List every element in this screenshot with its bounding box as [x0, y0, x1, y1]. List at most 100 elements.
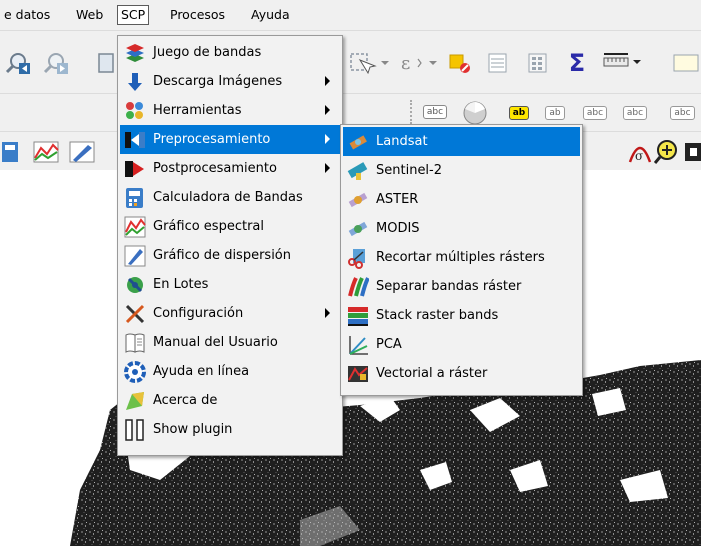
pin-labels-icon[interactable]: ab — [504, 101, 534, 125]
sigma-classification-icon[interactable]: σ — [628, 140, 652, 164]
submenu-item-sentinel-2[interactable]: Sentinel-2 — [343, 156, 580, 185]
menu-item-label: Preprocesamiento — [153, 132, 271, 147]
submenu-item-stack-raster-bands[interactable]: Stack raster bands — [343, 301, 580, 330]
menu-item-label: Juego de bandas — [153, 45, 262, 60]
toolbar-main: ε Σ — [0, 30, 701, 93]
label-ab-text-2: ab — [545, 106, 565, 120]
menu-item-manual-del-usuario[interactable]: Manual del Usuario — [120, 328, 340, 357]
menu-item-label: Acerca de — [153, 393, 218, 408]
menu-item-grafico-de-dispersion[interactable]: Gráfico de dispersión — [120, 241, 340, 270]
spectral-plot-icon — [124, 216, 146, 238]
menu-item-ayuda-en-linea[interactable]: Ayuda en línea — [120, 357, 340, 386]
dark-square-icon[interactable] — [684, 142, 701, 162]
scatter-plot-toolbar-icon[interactable] — [68, 140, 96, 164]
clip-rasters-icon — [347, 247, 369, 269]
label-abc-text-4: abc — [670, 106, 695, 120]
attribute-table-icon[interactable] — [486, 51, 510, 75]
postprocessing-icon — [124, 158, 146, 180]
settings-icon — [124, 303, 146, 325]
label-abc-text-3: abc — [622, 106, 648, 120]
about-icon — [124, 390, 146, 412]
submenu-arrow-icon — [325, 134, 330, 144]
select-features-icon[interactable] — [348, 51, 392, 75]
menu-item-label: Gráfico de dispersión — [153, 248, 291, 263]
split-bands-icon — [347, 276, 369, 298]
submenu-item-label: Recortar múltiples rásters — [376, 250, 545, 265]
menu-item-descarga-imagenes[interactable]: Descarga Imágenes — [120, 67, 340, 96]
zoom-next-icon[interactable] — [42, 51, 70, 75]
menu-item-label: Calculadora de Bandas — [153, 190, 303, 205]
submenu-arrow-icon — [325, 105, 330, 115]
move-label-icon[interactable]: abc — [620, 101, 650, 125]
layer-icon[interactable] — [96, 51, 118, 75]
label-ab-text: ab — [508, 106, 530, 120]
statistics-sigma-icon[interactable]: Σ — [563, 49, 591, 77]
batch-icon — [124, 274, 146, 296]
deselect-icon[interactable] — [447, 51, 473, 75]
menu-datos[interactable]: e datos — [0, 6, 54, 24]
band-set-icon — [124, 42, 146, 64]
preprocessing-icon — [124, 129, 146, 151]
submenu-item-landsat[interactable]: Landsat — [343, 127, 580, 156]
modis-icon — [347, 218, 369, 240]
menu-item-en-lotes[interactable]: En Lotes — [120, 270, 340, 299]
submenu-item-aster[interactable]: ASTER — [343, 185, 580, 214]
show-plugin-icon — [124, 418, 146, 441]
menu-web[interactable]: Web — [72, 6, 107, 24]
submenu-item-label: Sentinel-2 — [376, 163, 443, 178]
label-abc-text-2: abc — [582, 106, 608, 120]
map-tips-icon[interactable] — [670, 51, 700, 75]
band-calc-icon — [124, 187, 146, 209]
submenu-item-label: Separar bandas ráster — [376, 279, 522, 294]
menu-item-label: Herramientas — [153, 103, 242, 118]
menu-scp[interactable]: SCP — [117, 5, 150, 25]
submenu-item-vectorial-a-raster[interactable]: Vectorial a ráster — [343, 359, 580, 388]
menu-item-label: Gráfico espectral — [153, 219, 264, 234]
scp-menu: Juego de bandas Descarga Imágenes Herram… — [117, 35, 343, 456]
measure-icon[interactable] — [602, 51, 642, 75]
field-calculator-icon[interactable] — [526, 51, 550, 75]
submenu-item-recortar-multiples-rasters[interactable]: Recortar múltiples rásters — [343, 243, 580, 272]
menu-procesos[interactable]: Procesos — [166, 6, 229, 24]
band-calc-toolbar-icon[interactable] — [0, 140, 24, 164]
submenu-item-label: Vectorial a ráster — [376, 366, 488, 381]
zoom-last-icon[interactable] — [4, 51, 32, 75]
menu-item-show-plugin[interactable]: Show plugin — [120, 415, 340, 444]
menu-item-label: Descarga Imágenes — [153, 74, 283, 89]
download-icon — [124, 71, 146, 93]
submenu-arrow-icon — [325, 76, 330, 86]
tools-icon — [124, 100, 146, 122]
show-hide-labels-icon[interactable]: abc — [580, 101, 610, 125]
spectral-plot-toolbar-icon[interactable] — [32, 140, 60, 164]
highlight-pinned-icon[interactable]: ab — [540, 101, 570, 125]
landsat-icon — [347, 131, 369, 153]
menu-item-grafico-espectral[interactable]: Gráfico espectral — [120, 212, 340, 241]
toolbar-separator — [410, 100, 414, 124]
svg-text:σ: σ — [635, 149, 643, 163]
submenu-item-label: Stack raster bands — [376, 308, 499, 323]
menu-item-herramientas[interactable]: Herramientas — [120, 96, 340, 125]
preprocessing-submenu: Landsat Sentinel-2 ASTER MODIS Recortar … — [340, 124, 583, 396]
pca-icon — [347, 334, 369, 356]
label-tool-icon[interactable]: abc — [420, 101, 450, 123]
zoom-in-plus-icon[interactable] — [654, 138, 682, 166]
submenu-item-modis[interactable]: MODIS — [343, 214, 580, 243]
menu-item-label: Show plugin — [153, 422, 233, 437]
online-help-icon — [124, 360, 146, 383]
menu-item-preprocesamiento[interactable]: Preprocesamiento — [120, 125, 340, 154]
menubar: e datos Web SCP Procesos Ayuda — [0, 0, 701, 30]
menu-item-postprocesamiento[interactable]: Postprocesamiento — [120, 154, 340, 183]
expression-select-icon[interactable]: ε — [398, 51, 442, 75]
menu-item-calculadora-de-bandas[interactable]: Calculadora de Bandas — [120, 183, 340, 212]
submenu-item-label: ASTER — [376, 192, 419, 207]
label-abc-text: abc — [422, 105, 448, 119]
menu-item-juego-de-bandas[interactable]: Juego de bandas — [120, 38, 340, 67]
menu-item-label: Configuración — [153, 306, 244, 321]
menu-item-acerca-de[interactable]: Acerca de — [120, 386, 340, 415]
menu-ayuda[interactable]: Ayuda — [247, 6, 294, 24]
menu-item-configuracion[interactable]: Configuración — [120, 299, 340, 328]
submenu-item-pca[interactable]: PCA — [343, 330, 580, 359]
rotate-label-icon[interactable]: abc — [664, 101, 701, 125]
submenu-item-separar-bandas-raster[interactable]: Separar bandas ráster — [343, 272, 580, 301]
vector-to-raster-icon — [347, 363, 369, 385]
